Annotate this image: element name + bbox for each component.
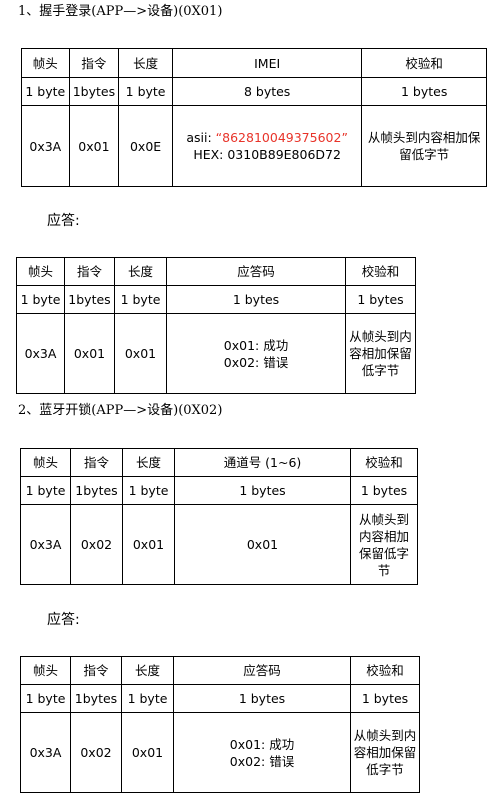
size-cmd: 1bytes xyxy=(68,77,120,106)
size-cmd: 1bytes xyxy=(70,684,122,713)
reply2-label: 应答: xyxy=(47,612,80,628)
size-channel: 1 bytes xyxy=(174,476,351,505)
code-ok: 0x01: 成功 xyxy=(223,337,289,353)
size-len: 1 byte xyxy=(122,476,175,505)
value-checksum: 从帧头到内容相加保留低字节 xyxy=(361,105,487,187)
value-frame: 0x3A xyxy=(21,105,70,187)
value-imei: asii: “862810049375602” HEX: 0310B89E806… xyxy=(171,105,363,187)
table-size-row: 1 byte 1bytes 1 byte 1 bytes 1 bytes xyxy=(16,285,416,314)
value-len: 0x0E xyxy=(118,105,173,187)
handshake-reply-table: 帧头 指令 长度 应答码 校验和 1 byte 1bytes 1 byte 1 … xyxy=(16,257,416,394)
table-header-row: 帧头 指令 长度 应答码 校验和 xyxy=(20,656,420,685)
header-checksum: 校验和 xyxy=(361,48,487,78)
header-cmd: 指令 xyxy=(68,48,120,78)
code-err: 0x02: 错误 xyxy=(229,753,295,769)
header-len: 长度 xyxy=(122,448,175,477)
size-cmd: 1bytes xyxy=(64,285,115,314)
header-len: 长度 xyxy=(114,257,167,286)
code-err: 0x02: 错误 xyxy=(223,354,289,370)
table-value-row: 0x3A 0x02 0x01 0x01 从帧头到内容相加保留低字节 xyxy=(20,504,418,585)
imei-hex-line: HEX: 0310B89E806D72 xyxy=(193,147,341,162)
header-len: 长度 xyxy=(121,656,174,685)
header-channel: 通道号 (1~6) xyxy=(174,448,351,477)
header-len: 长度 xyxy=(118,48,173,78)
value-code: 0x01: 成功 0x02: 错误 xyxy=(166,313,346,394)
size-frame: 1 byte xyxy=(20,684,71,713)
table-size-row: 1 byte 1bytes 1 byte 1 bytes 1 bytes xyxy=(20,684,420,713)
size-imei: 8 bytes xyxy=(171,77,363,106)
size-len: 1 byte xyxy=(118,77,173,106)
size-frame: 1 byte xyxy=(21,77,70,106)
size-len: 1 byte xyxy=(114,285,167,314)
header-frame: 帧头 xyxy=(21,48,70,78)
table-header-row: 帧头 指令 长度 通道号 (1~6) 校验和 xyxy=(20,448,418,477)
header-imei: IMEI xyxy=(171,48,363,78)
value-cmd: 0x02 xyxy=(70,712,122,793)
section2-heading: 2、蓝牙开锁(APP—>设备)(0X02) xyxy=(18,403,223,418)
value-cmd: 0x02 xyxy=(70,504,123,585)
value-cmd: 0x01 xyxy=(64,313,115,394)
table-value-row: 0x3A 0x01 0x0E asii: “862810049375602” H… xyxy=(21,105,487,187)
header-frame: 帧头 xyxy=(20,448,71,477)
value-frame: 0x3A xyxy=(20,504,71,585)
size-cmd: 1bytes xyxy=(70,476,123,505)
header-cmd: 指令 xyxy=(70,448,123,477)
header-cmd: 指令 xyxy=(70,656,122,685)
header-code: 应答码 xyxy=(173,656,351,685)
value-len: 0x01 xyxy=(122,504,175,585)
value-checksum: 从帧头到内容相加保留低字节 xyxy=(350,504,418,585)
table-value-row: 0x3A 0x02 0x01 0x01: 成功 0x02: 错误 从帧头到内容相… xyxy=(20,712,420,793)
value-checksum: 从帧头到内容相加保留低字节 xyxy=(350,712,420,793)
size-checksum: 1 bytes xyxy=(361,77,487,106)
header-cmd: 指令 xyxy=(64,257,115,286)
value-cmd: 0x01 xyxy=(68,105,120,187)
reply1-label: 应答: xyxy=(47,213,80,229)
header-checksum: 校验和 xyxy=(345,257,416,286)
value-frame: 0x3A xyxy=(20,712,71,793)
size-len: 1 byte xyxy=(121,684,174,713)
header-code: 应答码 xyxy=(166,257,346,286)
bluetooth-unlock-table: 帧头 指令 长度 通道号 (1~6) 校验和 1 byte 1bytes 1 b… xyxy=(20,448,418,585)
imei-ascii-label: asii: xyxy=(186,130,212,145)
header-frame: 帧头 xyxy=(20,656,71,685)
header-frame: 帧头 xyxy=(16,257,65,286)
handshake-login-table: 帧头 指令 长度 IMEI 校验和 1 byte 1bytes 1 byte 8… xyxy=(21,48,487,187)
code-ok: 0x01: 成功 xyxy=(229,736,295,752)
value-code: 0x01: 成功 0x02: 错误 xyxy=(173,712,351,793)
value-checksum: 从帧头到内容相加保留低字节 xyxy=(345,313,416,394)
table-header-row: 帧头 指令 长度 应答码 校验和 xyxy=(16,257,416,286)
imei-ascii-line: asii: “862810049375602” xyxy=(175,129,359,146)
size-checksum: 1 bytes xyxy=(350,684,420,713)
size-frame: 1 byte xyxy=(16,285,65,314)
table-size-row: 1 byte 1bytes 1 byte 8 bytes 1 bytes xyxy=(21,77,487,106)
imei-ascii-value: “862810049375602” xyxy=(215,130,348,145)
table-header-row: 帧头 指令 长度 IMEI 校验和 xyxy=(21,48,487,78)
unlock-reply-table: 帧头 指令 长度 应答码 校验和 1 byte 1bytes 1 byte 1 … xyxy=(20,656,420,793)
table-size-row: 1 byte 1bytes 1 byte 1 bytes 1 bytes xyxy=(20,476,418,505)
header-checksum: 校验和 xyxy=(350,656,420,685)
size-frame: 1 byte xyxy=(20,476,71,505)
size-code: 1 bytes xyxy=(166,285,346,314)
table-value-row: 0x3A 0x01 0x01 0x01: 成功 0x02: 错误 从帧头到内容相… xyxy=(16,313,416,394)
value-frame: 0x3A xyxy=(16,313,65,394)
value-len: 0x01 xyxy=(114,313,167,394)
size-code: 1 bytes xyxy=(173,684,351,713)
header-checksum: 校验和 xyxy=(350,448,418,477)
value-len: 0x01 xyxy=(121,712,174,793)
value-channel: 0x01 xyxy=(174,504,351,585)
size-checksum: 1 bytes xyxy=(350,476,418,505)
size-checksum: 1 bytes xyxy=(345,285,416,314)
section1-heading: 1、握手登录(APP—>设备)(0X01) xyxy=(18,4,223,19)
